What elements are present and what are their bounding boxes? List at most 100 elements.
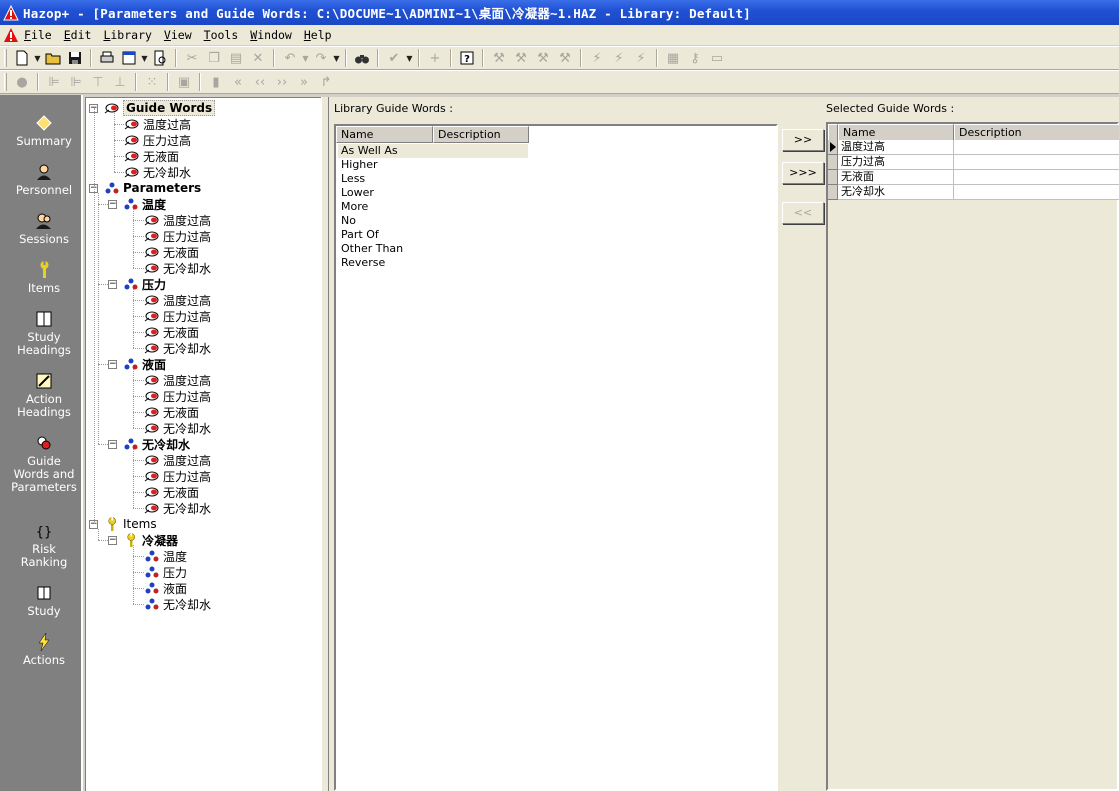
first-record-icon[interactable]: « — [227, 72, 249, 92]
nav-personnel[interactable]: Personnel — [0, 162, 88, 197]
window-layout-icon[interactable] — [118, 48, 140, 68]
tree-item[interactable]: − 冷凝器 — [108, 532, 178, 548]
tree-parameter-guide-word[interactable]: 无冷却水 — [144, 500, 211, 516]
collapse-toggle-icon[interactable]: − — [108, 439, 117, 449]
remove-guide-word-button[interactable]: << — [782, 202, 824, 224]
align-top-icon[interactable]: ⊤ — [87, 72, 109, 92]
cut-icon[interactable]: ✂ — [181, 48, 203, 68]
menu-window[interactable]: Window — [250, 28, 292, 42]
tree-parameter[interactable]: − 温度 — [108, 196, 166, 212]
tree-parameter-guide-word[interactable]: 温度过高 — [144, 212, 211, 228]
library-guide-word-row[interactable]: As Well As — [338, 144, 528, 158]
library-guide-word-row[interactable]: Reverse — [338, 256, 528, 270]
link-remove-icon[interactable]: ⚒ — [554, 48, 576, 68]
library-guide-word-row[interactable]: More — [338, 200, 528, 214]
open-folder-icon[interactable] — [42, 48, 64, 68]
menu-view[interactable]: View — [164, 28, 192, 42]
paste-icon[interactable]: ▤ — [225, 48, 247, 68]
tree-parameter-guide-word[interactable]: 压力过高 — [144, 308, 211, 324]
spell-dropdown-icon[interactable]: ▼ — [405, 54, 414, 63]
selected-guide-word-name[interactable]: 无液面 — [838, 170, 954, 185]
tree-parameters-root[interactable]: − Parameters — [89, 180, 201, 196]
tree-parameter-guide-word[interactable]: 无液面 — [144, 244, 199, 260]
library-guide-word-row[interactable]: No — [338, 214, 528, 228]
tree-parameter-guide-word[interactable]: 温度过高 — [144, 452, 211, 468]
key-icon[interactable]: ⚷ — [684, 48, 706, 68]
library-guide-words-grid[interactable]: Name Description As Well As Higher Less Low… — [334, 124, 778, 791]
new-file-icon[interactable] — [11, 48, 33, 68]
nav-guide-words-parameters[interactable]: Guide Words and Parameters — [0, 433, 88, 494]
link-tool-icon[interactable]: ⚒ — [488, 48, 510, 68]
menu-library[interactable]: Library — [103, 28, 151, 42]
menu-tools[interactable]: Tools — [204, 28, 239, 42]
row-indicator[interactable] — [828, 155, 838, 170]
tree-parameter-guide-word[interactable]: 无冷却水 — [144, 420, 211, 436]
add-guide-word-button[interactable]: >> — [782, 129, 824, 151]
tree-parameter-guide-word[interactable]: 压力过高 — [144, 468, 211, 484]
table-icon[interactable]: ▦ — [662, 48, 684, 68]
toolbar-grip[interactable] — [4, 49, 7, 67]
tree-parameter-guide-word[interactable]: 无冷却水 — [144, 340, 211, 356]
library-guide-word-row[interactable]: Less — [338, 172, 528, 186]
delete-icon[interactable]: ✕ — [247, 48, 269, 68]
library-guide-word-row[interactable]: Other Than — [338, 242, 528, 256]
selected-guide-word-name[interactable]: 压力过高 — [838, 155, 954, 170]
tree-parameter[interactable]: − 压力 — [108, 276, 166, 292]
spell-check-icon[interactable]: ✔ — [383, 48, 405, 68]
library-guide-word-row[interactable]: Part Of — [338, 228, 528, 242]
menu-edit[interactable]: Edit — [64, 28, 92, 42]
bookmark-icon[interactable]: ▮ — [205, 72, 227, 92]
library-guide-word-row[interactable]: Lower — [338, 186, 528, 200]
row-indicator[interactable] — [828, 185, 838, 200]
goto-record-icon[interactable]: ↱ — [315, 72, 337, 92]
tree-guide-word[interactable]: 压力过高 — [124, 132, 191, 148]
tree-parameter-guide-word[interactable]: 无液面 — [144, 324, 199, 340]
find-binoculars-icon[interactable] — [351, 48, 373, 68]
tree-parameter[interactable]: − 无冷却水 — [108, 436, 190, 452]
grid-dots-icon[interactable]: ⁙ — [141, 72, 163, 92]
copy-icon[interactable]: ❐ — [203, 48, 225, 68]
frame-icon[interactable]: ▣ — [173, 72, 195, 92]
nav-study[interactable]: Study — [0, 583, 88, 618]
tree-parameter-guide-word[interactable]: 无液面 — [144, 484, 199, 500]
tree-guide-word[interactable]: 温度过高 — [124, 116, 191, 132]
tree-parameter-guide-word[interactable]: 无冷却水 — [144, 260, 211, 276]
align-right-icon[interactable]: ⊫ — [65, 72, 87, 92]
selected-guide-word-description[interactable] — [954, 140, 1119, 155]
record-icon[interactable]: ● — [11, 72, 33, 92]
document-warning-icon[interactable] — [3, 27, 19, 43]
tree-parameter-guide-word[interactable]: 无液面 — [144, 404, 199, 420]
collapse-toggle-icon[interactable]: − — [108, 279, 117, 289]
undo-dropdown-icon[interactable]: ▼ — [301, 54, 310, 63]
selected-guide-word-name[interactable]: 温度过高 — [838, 140, 954, 155]
parameters-tree[interactable]: − Guide Words 温度过高 压力过高 无液面 无冷却水 − Parameters − 温… — [85, 97, 321, 791]
align-left-icon[interactable]: ⊫ — [43, 72, 65, 92]
tree-guide-words-root[interactable]: − Guide Words — [89, 100, 216, 116]
collapse-toggle-icon[interactable]: − — [108, 535, 117, 545]
panel-splitter[interactable] — [321, 97, 329, 791]
selected-description-header[interactable]: Description — [954, 124, 1119, 141]
tree-item-parameter[interactable]: 温度 — [144, 548, 187, 564]
action-remove-icon[interactable]: ⚡ — [630, 48, 652, 68]
next-record-icon[interactable]: ›› — [271, 72, 293, 92]
library-description-header[interactable]: Description — [433, 126, 529, 143]
tree-parameter-guide-word[interactable]: 压力过高 — [144, 388, 211, 404]
tree-items-root[interactable]: − Items — [89, 516, 157, 532]
toolbar-grip-2[interactable] — [4, 73, 7, 91]
selected-name-header[interactable]: Name — [838, 124, 954, 141]
library-name-header[interactable]: Name — [336, 126, 433, 143]
selected-guide-word-description[interactable] — [954, 170, 1119, 185]
selected-guide-word-description[interactable] — [954, 185, 1119, 200]
align-bottom-icon[interactable]: ⊥ — [109, 72, 131, 92]
menu-help[interactable]: Help — [304, 28, 332, 42]
add-all-guide-words-button[interactable]: >>> — [782, 162, 824, 184]
menu-file[interactable]: File — [24, 28, 52, 42]
redo-icon[interactable]: ↷ — [310, 48, 332, 68]
add-icon[interactable]: + — [424, 48, 446, 68]
tree-parameter[interactable]: − 液面 — [108, 356, 166, 372]
selected-guide-word-name[interactable]: 无冷却水 — [838, 185, 954, 200]
form-icon[interactable]: ▭ — [706, 48, 728, 68]
collapse-toggle-icon[interactable]: − — [108, 359, 117, 369]
layout-dropdown-icon[interactable]: ▼ — [140, 54, 149, 63]
tree-parameter-guide-word[interactable]: 压力过高 — [144, 228, 211, 244]
